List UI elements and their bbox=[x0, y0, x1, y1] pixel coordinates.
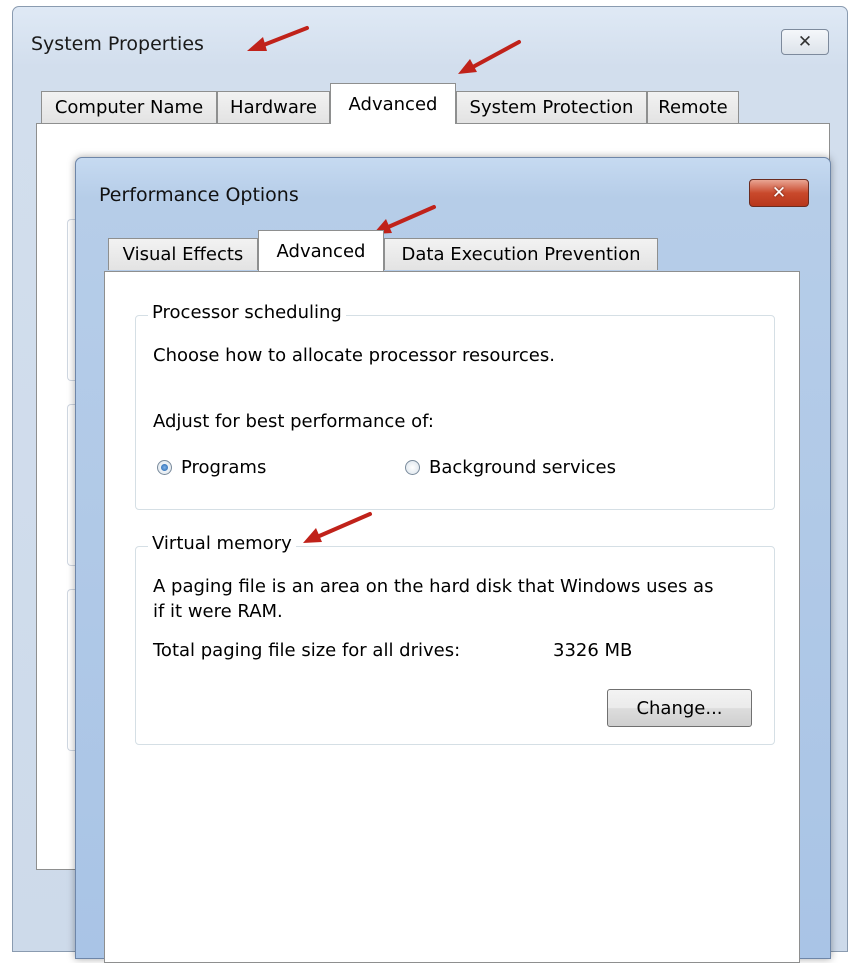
close-icon: ✕ bbox=[771, 182, 787, 203]
total-paging-file-label: Total paging file size for all drives: bbox=[153, 640, 461, 661]
processor-scheduling-description: Choose how to allocate processor resourc… bbox=[153, 345, 555, 366]
performance-options-close-button[interactable]: ✕ bbox=[749, 179, 809, 207]
performance-options-dialog: Performance Options ✕ Visual Effects Adv… bbox=[75, 157, 831, 963]
tab-hardware[interactable]: Hardware bbox=[217, 91, 330, 123]
programs-radio[interactable]: Programs bbox=[157, 457, 266, 478]
virtual-memory-description-line2: if it were RAM. bbox=[153, 601, 283, 622]
adjust-performance-label: Adjust for best performance of: bbox=[153, 411, 434, 432]
annotation-arrow-icon bbox=[303, 512, 372, 543]
annotation-arrow-icon bbox=[458, 40, 521, 74]
virtual-memory-description-line1: A paging file is an area on the hard dis… bbox=[153, 576, 714, 597]
radio-checked-icon bbox=[157, 460, 172, 475]
tab-advanced[interactable]: Advanced bbox=[330, 83, 456, 124]
total-paging-file-value: 3326 MB bbox=[553, 640, 633, 661]
change-button[interactable]: Change... bbox=[607, 689, 752, 727]
virtual-memory-group: Virtual memory A paging file is an area … bbox=[135, 533, 775, 745]
tab-remote[interactable]: Remote bbox=[647, 91, 739, 123]
annotation-arrow-icon bbox=[247, 26, 309, 51]
radio-unchecked-icon bbox=[405, 460, 420, 475]
tab-visual-effects[interactable]: Visual Effects bbox=[108, 238, 258, 270]
background-services-radio-label: Background services bbox=[429, 457, 616, 478]
programs-radio-label: Programs bbox=[181, 457, 267, 478]
tab-computer-name[interactable]: Computer Name bbox=[41, 91, 217, 123]
tab-system-protection[interactable]: System Protection bbox=[456, 91, 647, 123]
virtual-memory-legend: Virtual memory bbox=[148, 533, 296, 554]
performance-options-tab-panel: Processor scheduling Choose how to alloc… bbox=[104, 271, 800, 963]
processor-scheduling-legend: Processor scheduling bbox=[148, 302, 346, 323]
close-icon: ✕ bbox=[797, 31, 813, 52]
tab-data-execution-prevention[interactable]: Data Execution Prevention bbox=[384, 238, 658, 270]
system-properties-title: System Properties bbox=[31, 33, 204, 55]
performance-options-title: Performance Options bbox=[99, 184, 299, 206]
system-properties-close-button[interactable]: ✕ bbox=[781, 29, 829, 55]
background-services-radio[interactable]: Background services bbox=[405, 457, 616, 478]
processor-scheduling-group: Processor scheduling Choose how to alloc… bbox=[135, 302, 775, 510]
tab-advanced[interactable]: Advanced bbox=[258, 230, 384, 271]
